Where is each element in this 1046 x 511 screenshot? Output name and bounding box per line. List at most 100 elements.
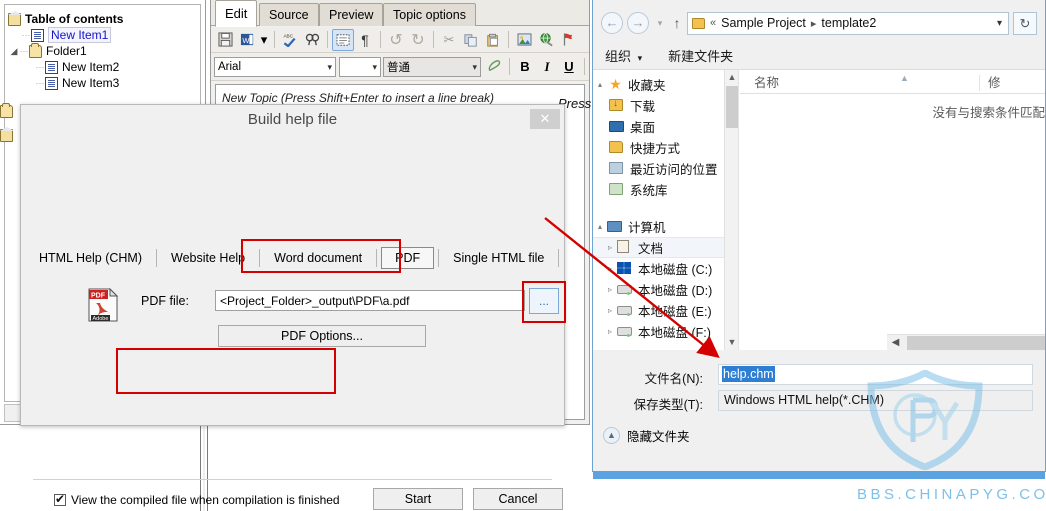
up-arrow-icon[interactable]: ↑ — [667, 15, 687, 31]
pdf-options-button[interactable]: PDF Options... — [218, 325, 426, 347]
paste-icon[interactable] — [482, 29, 504, 51]
close-icon[interactable]: ✕ — [530, 109, 560, 129]
scrollbar-thumb[interactable] — [726, 86, 738, 128]
bookmark-icon[interactable] — [557, 29, 579, 51]
navigation-pane-scrollbar[interactable]: ▲ ▼ — [724, 70, 738, 350]
word-export-icon[interactable]: W — [236, 29, 258, 51]
tree-item-drive-c[interactable]: ▹ 本地磁盘 (C:) — [593, 258, 738, 279]
tree-item-documents[interactable]: ▹ 文档 — [593, 237, 738, 258]
tree-item-drive-e[interactable]: ▹ 本地磁盘 (E:) — [593, 300, 738, 321]
tab-single-html-file[interactable]: Single HTML file — [443, 248, 554, 268]
home-icon — [8, 10, 22, 26]
tree-item-computer[interactable]: ▴ 计算机 — [593, 216, 738, 237]
tree-item-drive-d[interactable]: ▹ 本地磁盘 (D:) — [593, 279, 738, 300]
chevron-down-icon[interactable]: ▾ — [991, 18, 1008, 29]
empty-results-message: 没有与搜索条件匹配 — [932, 106, 1045, 120]
italic-button[interactable]: I — [536, 56, 558, 78]
breadcrumb-part-1[interactable]: template2 — [821, 16, 876, 30]
font-size-select[interactable]: ▾ — [339, 56, 381, 77]
tab-separator — [156, 249, 158, 267]
spellcheck-icon[interactable]: ABC — [279, 29, 301, 51]
toc-item-new-item1[interactable]: ⋯ New Item1 — [5, 27, 200, 43]
paragraph-style-select[interactable]: 普通 ▾ — [383, 56, 481, 77]
collapse-twisty-icon[interactable]: ▹ — [603, 327, 617, 336]
dialog-divider — [33, 479, 552, 480]
toc-root[interactable]: Table of contents — [5, 10, 200, 27]
editor-toolbar-format: Arial ▾ ▾ 普通 ▾ B I U — [211, 53, 607, 81]
expand-twisty-icon[interactable]: ▴ — [593, 222, 607, 231]
collapse-twisty-icon[interactable]: ▹ — [603, 264, 617, 273]
column-headers: 名称 ▲ 修 — [740, 70, 1045, 94]
back-arrow-icon[interactable]: ← — [601, 12, 623, 34]
scroll-up-icon[interactable]: ▲ — [725, 70, 738, 85]
tree-item-drive-f[interactable]: ▹ 本地磁盘 (F:) — [593, 321, 738, 342]
new-folder-button[interactable]: 新建文件夹 — [668, 46, 733, 65]
tree-item-recent-places[interactable]: 最近访问的位置 — [593, 158, 738, 179]
toc-item-label: New Item1 — [48, 27, 112, 43]
collapse-twisty-icon[interactable]: ▹ — [603, 285, 617, 294]
chevron-down-icon: ▾ — [472, 61, 477, 72]
tree-item-downloads[interactable]: 下载 — [593, 95, 738, 116]
cancel-button[interactable]: Cancel — [473, 488, 563, 510]
tree-item-favorites[interactable]: ▴ ★ 收藏夹 — [593, 74, 738, 95]
toc-item-folder1[interactable]: ◢ ⋯ Folder1 — [5, 42, 200, 59]
collapse-icon[interactable]: ▲ — [603, 427, 620, 444]
clear-format-icon[interactable] — [483, 56, 505, 78]
pdf-file-input[interactable]: <Project_Folder>_output\PDF\a.pdf — [215, 290, 525, 311]
column-header-name[interactable]: 名称 ▲ — [740, 72, 980, 91]
redo-icon[interactable]: ↻ — [407, 29, 429, 51]
tab-source[interactable]: Source — [259, 3, 319, 26]
underline-button[interactable]: U — [558, 56, 580, 78]
column-header-modified[interactable]: 修 — [980, 72, 1040, 91]
organize-menu[interactable]: 组织 ▾ — [605, 46, 642, 65]
tab-preview[interactable]: Preview — [319, 3, 384, 26]
file-list-pane[interactable]: 名称 ▲ 修 没有与搜索条件匹配 ◀ — [740, 70, 1045, 350]
paragraph-mark-icon[interactable]: ¶ — [354, 29, 376, 51]
tab-edit[interactable]: Edit — [215, 0, 258, 27]
breadcrumb-part-0[interactable]: Sample Project — [721, 16, 806, 30]
undo-icon[interactable]: ↺ — [385, 29, 407, 51]
chevron-down-icon: ▾ — [327, 61, 332, 72]
bold-button[interactable]: B — [514, 56, 536, 78]
save-icon[interactable] — [214, 29, 236, 51]
navigation-pane[interactable]: ▴ ★ 收藏夹 下载 桌面 快捷方式 最近访问的 — [593, 70, 739, 350]
expand-twisty-icon[interactable]: ◢ — [9, 43, 19, 59]
select-region-icon[interactable] — [332, 28, 354, 51]
paragraph-style-value: 普通 — [387, 61, 410, 74]
dropdown-arrow-icon[interactable]: ▾ — [258, 29, 270, 51]
scroll-down-icon[interactable]: ▼ — [725, 335, 738, 350]
copy-icon[interactable] — [460, 29, 482, 51]
folder-icon — [29, 42, 42, 58]
tree-item-libraries[interactable]: 系统库 — [593, 179, 738, 200]
pdf-file-icon: PDF Adobe — [87, 287, 119, 322]
tab-topic-options[interactable]: Topic options — [383, 3, 476, 26]
scroll-left-icon[interactable]: ◀ — [887, 335, 904, 351]
hide-folders-toggle[interactable]: ▲ 隐藏文件夹 — [603, 426, 690, 445]
insert-link-icon[interactable] — [535, 29, 557, 51]
file-list-hscrollbar[interactable]: ◀ — [887, 334, 1045, 350]
expand-twisty-icon[interactable]: ▴ — [593, 80, 607, 89]
collapse-twisty-icon[interactable]: ▹ — [603, 243, 617, 252]
find-icon[interactable] — [301, 29, 323, 51]
dialog-accent-bar — [593, 471, 1045, 479]
insert-image-icon[interactable] — [513, 29, 535, 51]
collapse-twisty-icon[interactable]: ▹ — [603, 306, 617, 315]
cut-icon[interactable]: ✂ — [438, 29, 460, 51]
toc-item-new-item3[interactable]: ⋯ New Item3 — [5, 75, 200, 91]
checkbox-icon[interactable] — [54, 492, 66, 506]
screen: Table of contents ⋯ New Item1 ◢ ⋯ Folder… — [0, 0, 1046, 511]
forward-arrow-icon[interactable]: → — [627, 12, 649, 34]
tab-html-help-chm[interactable]: HTML Help (CHM) — [29, 248, 152, 268]
tree-item-label: 文档 — [638, 242, 664, 256]
refresh-icon[interactable]: ↻ — [1013, 11, 1037, 35]
toc-item-new-item2[interactable]: ⋯ New Item2 — [5, 59, 200, 75]
hscrollbar-thumb[interactable] — [907, 336, 1045, 350]
start-button[interactable]: Start — [373, 488, 463, 510]
watermark-logo — [867, 370, 983, 470]
tree-item-shortcuts[interactable]: 快捷方式 — [593, 137, 738, 158]
tree-item-desktop[interactable]: 桌面 — [593, 116, 738, 137]
view-compiled-file-checkbox[interactable]: View the compiled file when compilation … — [54, 492, 340, 507]
address-bar[interactable]: « Sample Project ▸ template2 ▾ — [687, 11, 1009, 35]
history-dropdown-icon[interactable]: ▾ — [653, 18, 667, 29]
font-family-select[interactable]: Arial ▾ — [214, 56, 336, 77]
